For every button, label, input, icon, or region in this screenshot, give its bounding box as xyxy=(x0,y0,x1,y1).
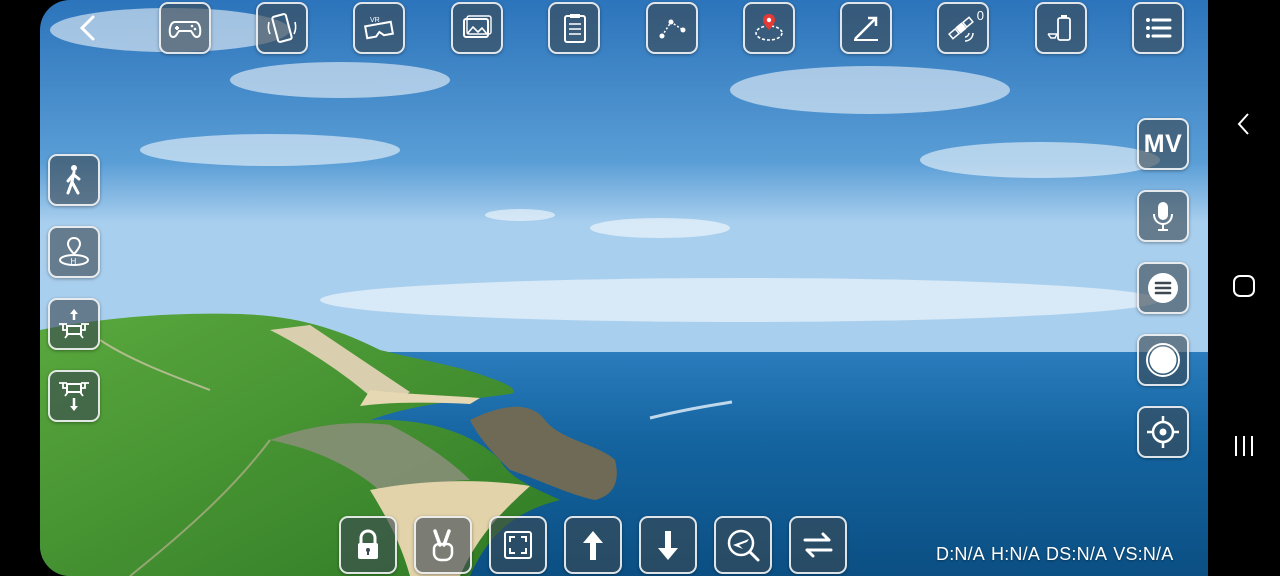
vr-headset-icon: VR xyxy=(363,17,395,40)
gallery-icon xyxy=(463,15,492,38)
vertical-speed-readout: VS:N/A xyxy=(1113,544,1174,564)
arrow-up-icon xyxy=(583,531,603,560)
mv-label: MV xyxy=(1143,129,1183,158)
airplane-search-icon xyxy=(727,529,760,562)
height-readout: H:N/A xyxy=(991,544,1041,564)
takeoff-button[interactable] xyxy=(48,298,100,350)
shutter-button[interactable] xyxy=(1137,334,1189,386)
svg-text:VR: VR xyxy=(370,17,380,24)
gallery-button[interactable] xyxy=(451,2,503,54)
fullscreen-button[interactable] xyxy=(489,516,547,574)
fullscreen-icon xyxy=(504,531,532,559)
system-navigation-bar xyxy=(1208,0,1280,576)
chevron-left-icon xyxy=(1237,113,1249,135)
peace-hand-icon xyxy=(432,529,454,562)
follow-me-button[interactable] xyxy=(48,154,100,206)
draw-line-icon xyxy=(854,16,878,41)
horizontal-speed-readout: DS:N/A xyxy=(1046,544,1108,564)
drone-landing-icon xyxy=(59,382,89,411)
lock-icon xyxy=(358,529,378,559)
checklist-icon xyxy=(564,14,586,43)
back-button[interactable] xyxy=(72,12,104,44)
rounded-square-icon xyxy=(1233,275,1255,297)
waypoint-route-icon xyxy=(659,19,686,39)
ascend-button[interactable] xyxy=(564,516,622,574)
system-home-button[interactable] xyxy=(1230,272,1258,300)
chevron-left-icon xyxy=(79,15,95,41)
home-point-icon: H xyxy=(59,236,89,266)
phone-rotate-button[interactable] xyxy=(256,2,308,54)
flight-mode-button[interactable] xyxy=(714,516,772,574)
satellite-icon xyxy=(948,16,974,42)
return-home-button[interactable]: H xyxy=(48,226,100,278)
satellite-count: 0 xyxy=(976,8,984,23)
orbit-icon xyxy=(755,14,783,41)
drone-battery-icon xyxy=(1047,15,1071,41)
recents-bars-icon xyxy=(1235,436,1253,456)
system-recents-button[interactable] xyxy=(1230,432,1258,460)
swap-arrows-icon xyxy=(803,532,833,558)
landing-button[interactable] xyxy=(48,370,100,422)
shutter-circle-icon xyxy=(1146,343,1180,377)
checklist-button[interactable] xyxy=(548,2,600,54)
voice-button[interactable] xyxy=(1137,190,1189,242)
orbit-button[interactable] xyxy=(743,2,795,54)
target-button[interactable] xyxy=(1137,406,1189,458)
gamepad-button[interactable] xyxy=(159,2,211,54)
satellite-button[interactable]: 0 xyxy=(937,2,989,54)
camera-feed-image xyxy=(40,0,1208,576)
descend-button[interactable] xyxy=(639,516,697,574)
menu-list-icon xyxy=(1146,18,1172,38)
crosshair-icon xyxy=(1147,416,1179,448)
gamepad-icon xyxy=(168,21,202,38)
system-back-button[interactable] xyxy=(1230,110,1258,138)
arrow-down-icon xyxy=(658,531,678,560)
camera-viewport: VR 0 H MV xyxy=(40,0,1208,576)
distance-readout: D:N/A xyxy=(936,544,986,564)
menu-button[interactable] xyxy=(1132,2,1184,54)
svg-text:H: H xyxy=(71,257,77,266)
mv-button[interactable]: MV xyxy=(1137,118,1189,170)
phone-rotate-icon xyxy=(267,13,297,43)
microphone-icon xyxy=(1153,202,1173,231)
walking-person-icon xyxy=(66,165,81,195)
drone-takeoff-icon xyxy=(59,309,89,339)
telemetry-readout: D:N/A H:N/A DS:N/A VS:N/A xyxy=(936,544,1173,565)
list-circle-icon xyxy=(1148,273,1178,303)
gesture-flight-button[interactable] xyxy=(840,2,892,54)
lock-button[interactable] xyxy=(339,516,397,574)
swap-button[interactable] xyxy=(789,516,847,574)
vr-button[interactable]: VR xyxy=(353,2,405,54)
gesture-button[interactable] xyxy=(414,516,472,574)
drone-battery-button[interactable] xyxy=(1035,2,1087,54)
waypoint-route-button[interactable] xyxy=(646,2,698,54)
settings-toggle-button[interactable] xyxy=(1137,262,1189,314)
